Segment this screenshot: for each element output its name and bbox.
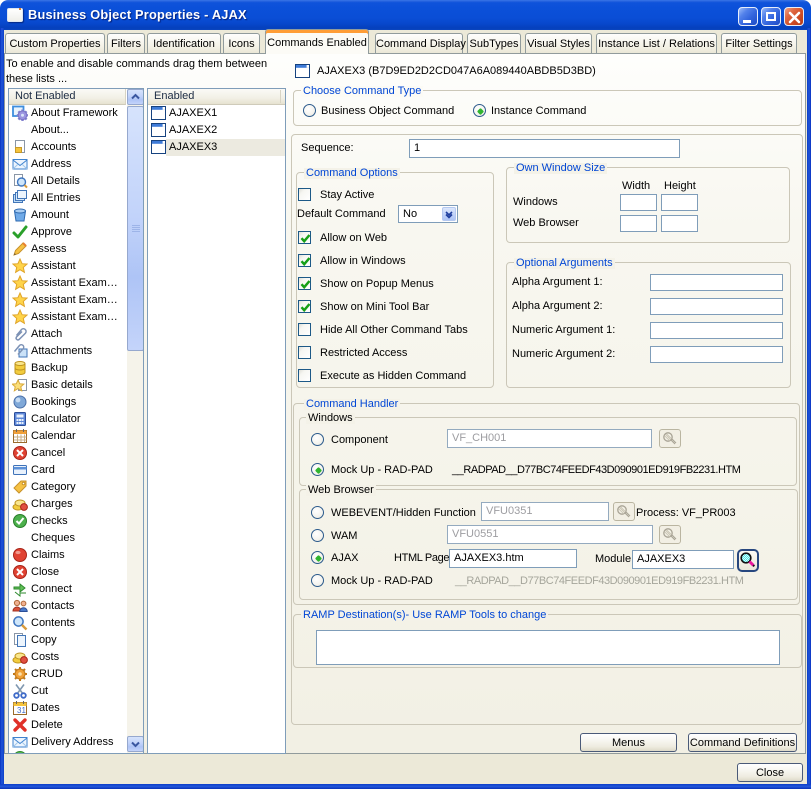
svg-text:31: 31 [17, 706, 26, 715]
